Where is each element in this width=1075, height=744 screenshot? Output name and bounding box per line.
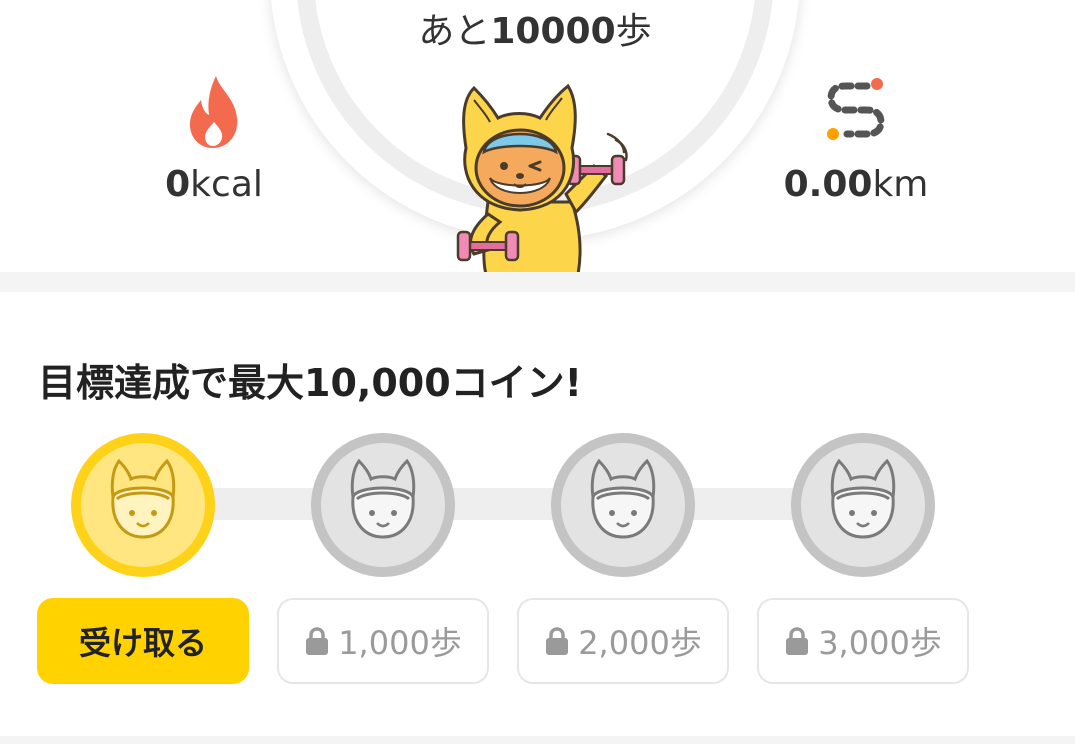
section-divider <box>0 272 1075 292</box>
silver-coin-medal-icon <box>551 433 695 577</box>
milestone-label: 2,000歩 <box>578 624 702 662</box>
claim-button-label: 受け取る <box>78 624 207 662</box>
calories-value: 0kcal <box>165 164 263 205</box>
walk-reward-screen: あと10000歩 0kcal 0.00km 目標達成で最大10,000コイン! … <box>0 0 1075 744</box>
claim-reward-button[interactable]: 受け取る <box>37 598 249 684</box>
remaining-steps-text: あと10000歩 <box>418 11 652 52</box>
step-stats-panel: あと10000歩 0kcal 0.00km <box>0 0 1075 272</box>
lock-icon <box>306 627 329 655</box>
flame-icon <box>189 76 238 148</box>
locked-milestone-button-2000[interactable]: 2,000歩 <box>517 598 729 684</box>
distance-value: 0.00km <box>783 164 929 205</box>
bottom-divider <box>0 736 1075 744</box>
gold-coin-medal-icon <box>71 433 215 577</box>
route-icon <box>827 78 885 140</box>
locked-milestone-button-3000[interactable]: 3,000歩 <box>757 598 969 684</box>
lock-icon <box>786 627 809 655</box>
lock-icon <box>546 627 569 655</box>
milestone-label: 1,000歩 <box>338 624 462 662</box>
reward-headline: 目標達成で最大10,000コイン! <box>38 361 582 405</box>
distance-stat: 0.00km <box>756 72 956 205</box>
milestone-label: 3,000歩 <box>818 624 942 662</box>
fox-mascot-illustration <box>456 83 628 272</box>
locked-milestone-button-1000[interactable]: 1,000歩 <box>277 598 489 684</box>
milestone-track <box>200 488 840 520</box>
calories-stat: 0kcal <box>114 72 314 205</box>
silver-coin-medal-icon <box>791 433 935 577</box>
silver-coin-medal-icon <box>311 433 455 577</box>
